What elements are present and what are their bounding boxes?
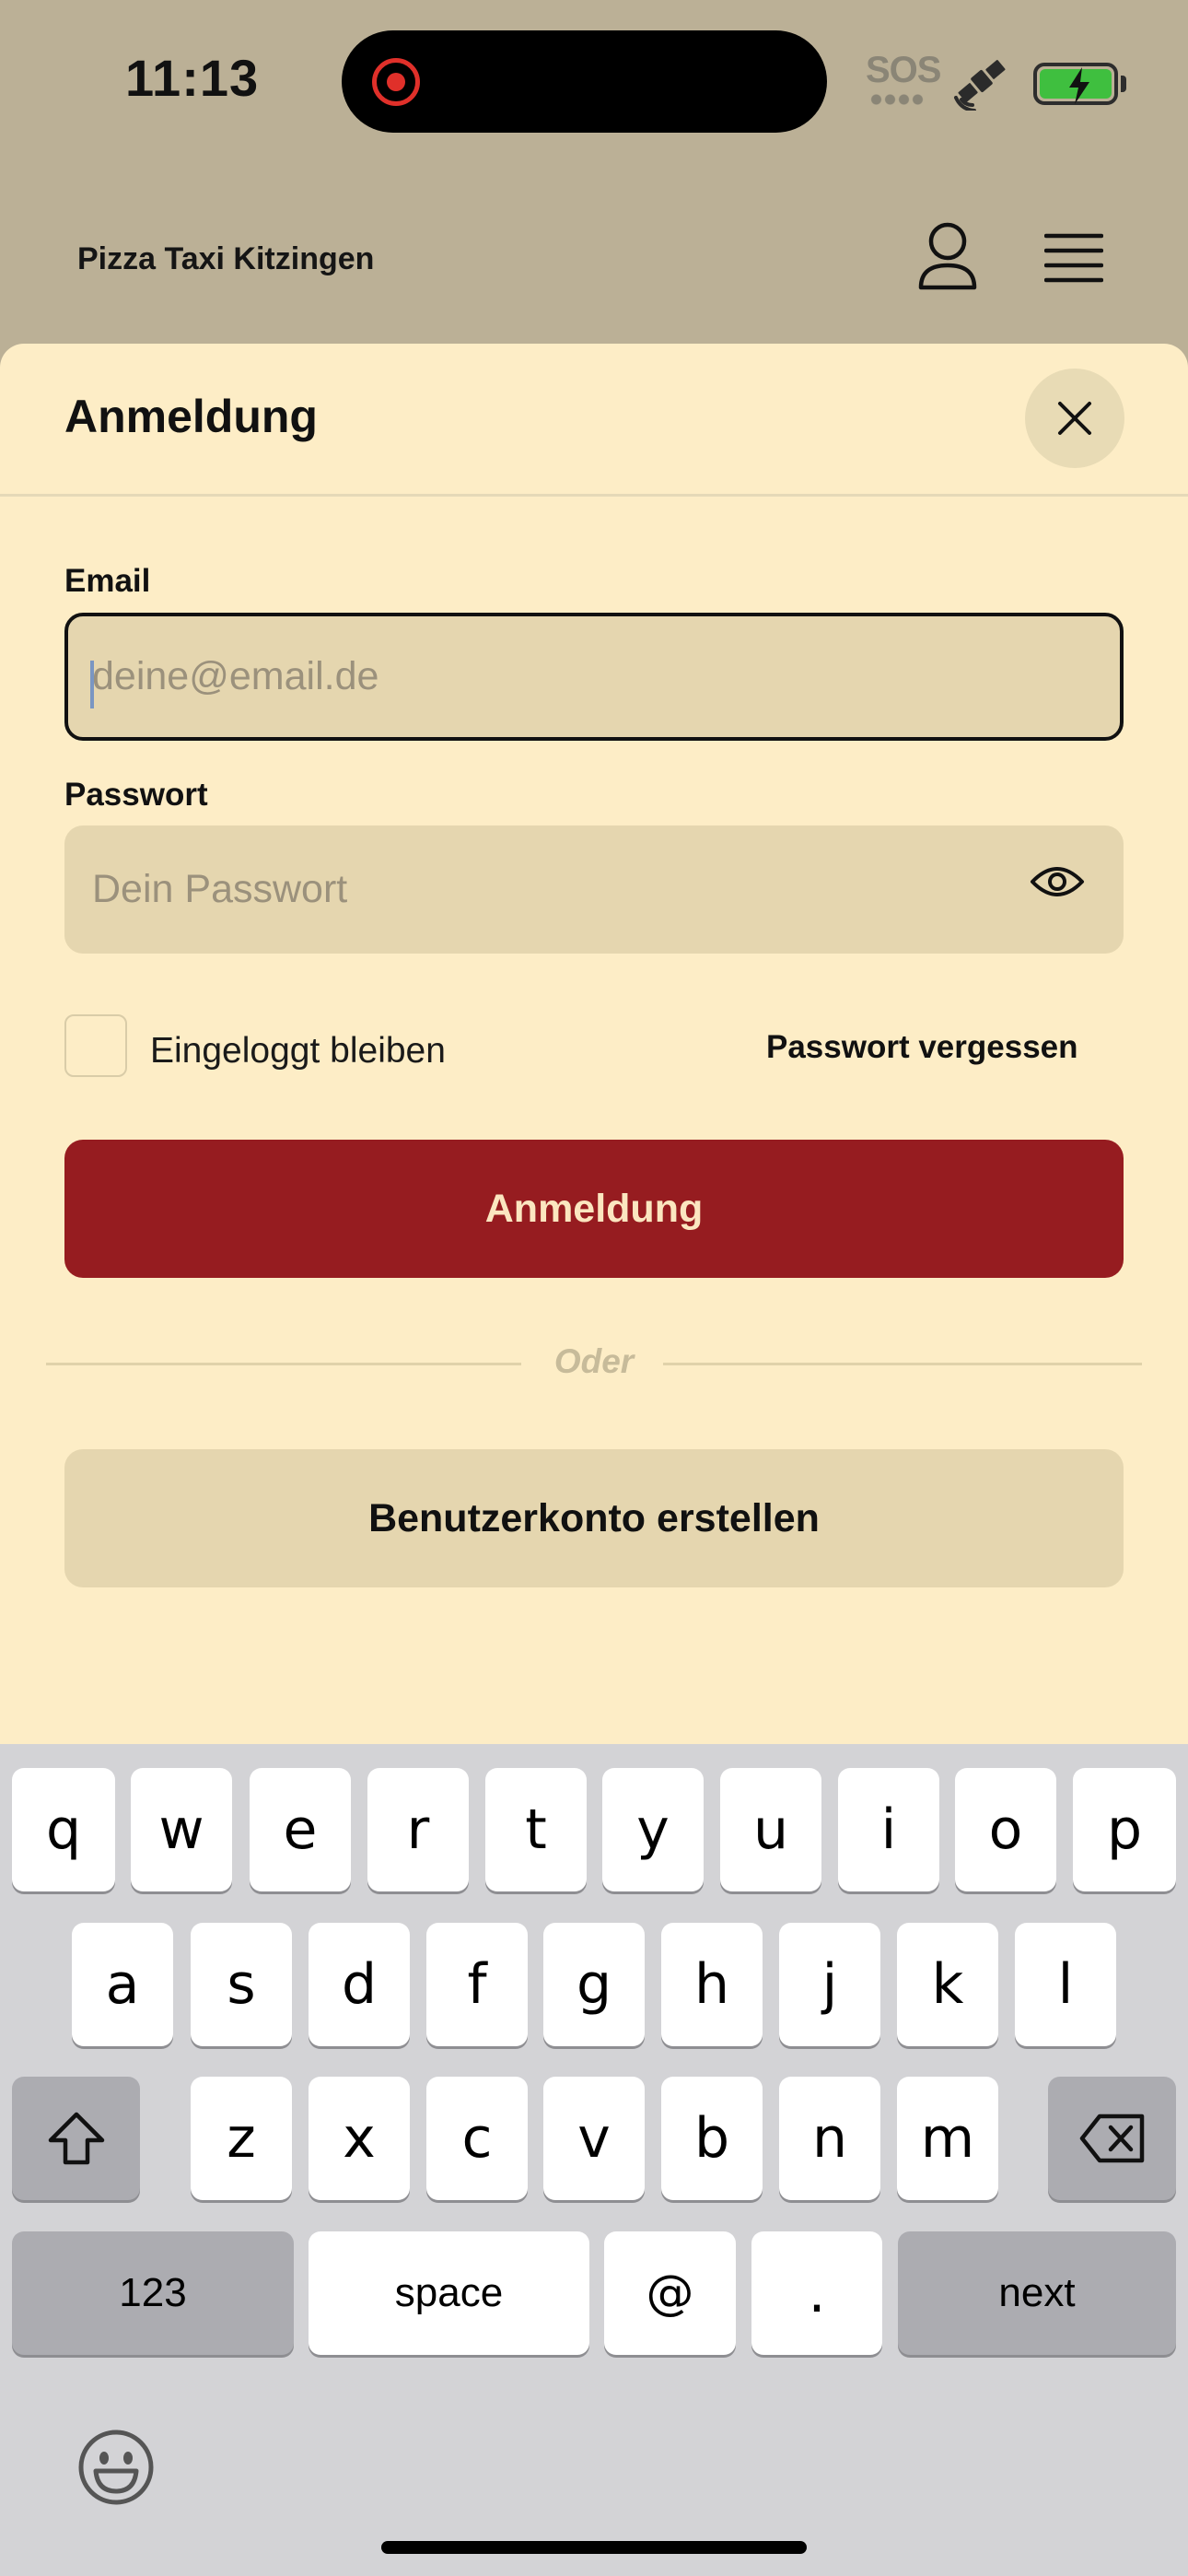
key-b[interactable]: b [661,2077,763,2200]
battery-icon [1033,63,1118,105]
password-label: Passwort [64,777,208,813]
close-icon [1058,402,1091,435]
key-t[interactable]: t [485,1768,587,1891]
divider-line-left [46,1363,521,1365]
key-w[interactable]: w [131,1768,232,1891]
key-s[interactable]: s [191,1923,292,2046]
home-indicator [381,2541,807,2554]
key-k[interactable]: k [897,1923,998,2046]
key-x[interactable]: x [309,2077,410,2200]
create-account-button[interactable]: Benutzerkonto erstellen [64,1449,1124,1587]
user-account-icon[interactable] [917,221,978,291]
next-key[interactable]: next [898,2231,1176,2355]
login-sheet: Anmeldung Email Passwort Eingeloggt blei… [0,344,1188,1744]
key-p[interactable]: p [1073,1768,1176,1891]
key-d[interactable]: d [309,1923,410,2046]
email-field[interactable] [64,613,1124,741]
key-o[interactable]: o [955,1768,1056,1891]
recording-icon [372,58,420,106]
close-button[interactable] [1025,369,1124,468]
key-l[interactable]: l [1015,1923,1116,2046]
hamburger-menu-icon[interactable] [1044,232,1103,284]
numbers-key[interactable]: 123 [12,2231,294,2355]
key-c[interactable]: c [426,2077,528,2200]
space-key[interactable]: space [309,2231,589,2355]
divider-text: Oder [553,1342,635,1380]
sheet-title: Anmeldung [64,391,318,442]
shift-icon [48,2112,104,2165]
key-m[interactable]: m [897,2077,998,2200]
text-cursor [90,661,94,708]
key-f[interactable]: f [426,1923,528,2046]
key-a[interactable]: a [72,1923,173,2046]
delete-key[interactable] [1048,2077,1176,2200]
forgot-password-link[interactable]: Passwort vergessen [766,1029,1078,1066]
show-password-icon[interactable] [1030,861,1085,902]
shift-key[interactable] [12,2077,140,2200]
at-key[interactable]: @ [604,2231,736,2355]
key-z[interactable]: z [191,2077,292,2200]
key-g[interactable]: g [543,1923,645,2046]
signal-dots-icon [869,94,925,105]
emoji-icon[interactable] [77,2429,155,2506]
key-r[interactable]: r [367,1768,469,1891]
key-n[interactable]: n [779,2077,880,2200]
key-i[interactable]: i [838,1768,939,1891]
key-u[interactable]: u [720,1768,821,1891]
sos-indicator: SOS [866,50,941,90]
remember-me-label[interactable]: Eingeloggt bleiben [150,1031,446,1071]
app-title: Pizza Taxi Kitzingen [77,241,375,276]
delete-icon [1079,2113,1144,2163]
key-v[interactable]: v [543,2077,645,2200]
satellite-icon [954,60,1006,111]
key-j[interactable]: j [779,1923,880,2046]
password-field[interactable] [64,825,1124,954]
remember-me-checkbox[interactable] [64,1014,127,1077]
dynamic-island [342,30,827,133]
header-divider [0,494,1188,497]
key-h[interactable]: h [661,1923,763,2046]
charging-bolt-icon [1069,67,1089,104]
email-label: Email [64,563,151,599]
key-y[interactable]: y [602,1768,704,1891]
key-q[interactable]: q [12,1768,115,1891]
dot-key[interactable]: . [751,2231,882,2355]
key-e[interactable]: e [250,1768,351,1891]
login-button[interactable]: Anmeldung [64,1140,1124,1278]
battery-cap [1121,76,1126,92]
status-time: 11:13 [125,49,260,107]
divider-line-right [663,1363,1142,1365]
